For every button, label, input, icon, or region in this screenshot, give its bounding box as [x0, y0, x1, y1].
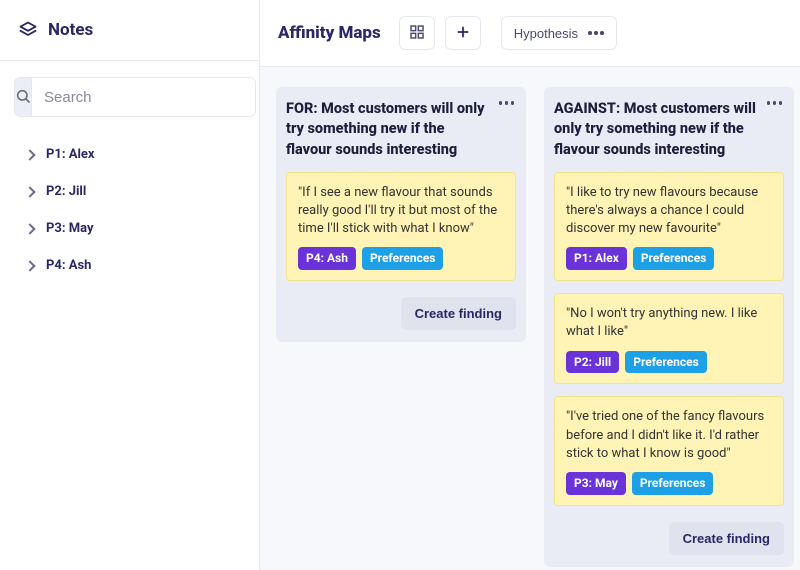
note-text: "I like to try new flavours because ther…: [566, 184, 772, 239]
column-header: AGAINST: Most customers will only try so…: [554, 99, 784, 160]
search-button[interactable]: [14, 77, 31, 117]
column-menu-button[interactable]: [765, 99, 785, 107]
column-for: FOR: Most customers will only try someth…: [276, 87, 526, 342]
grid-icon: [409, 24, 425, 43]
chevron-right-icon: [24, 149, 35, 160]
column-menu-button[interactable]: [497, 99, 517, 107]
person-tag[interactable]: P2: Jill: [566, 351, 619, 374]
tag-row: P3: May Preferences: [566, 472, 772, 495]
chip-label: Hypothesis: [514, 26, 578, 41]
more-icon: [588, 31, 604, 35]
topic-tag[interactable]: Preferences: [632, 472, 714, 495]
column-title: AGAINST: Most customers will only try so…: [554, 99, 759, 160]
column-footer: Create finding: [286, 297, 516, 330]
create-finding-button[interactable]: Create finding: [669, 522, 784, 555]
board: FOR: Most customers will only try someth…: [260, 67, 800, 570]
tag-row: P2: Jill Preferences: [566, 351, 772, 374]
note-card[interactable]: "I like to try new flavours because ther…: [554, 172, 784, 281]
person-tag[interactable]: P1: Alex: [566, 247, 627, 270]
column-header: FOR: Most customers will only try someth…: [286, 99, 516, 160]
top-bar: Affinity Maps: [260, 0, 800, 67]
create-finding-button[interactable]: Create finding: [401, 297, 516, 330]
search-wrap: [0, 61, 259, 127]
hypothesis-chip[interactable]: Hypothesis: [501, 16, 617, 50]
sidebar-item-label: P1: Alex: [46, 147, 95, 162]
plus-icon: [455, 24, 471, 43]
page-title: Affinity Maps: [278, 23, 381, 43]
search-icon: [15, 88, 31, 107]
topic-tag[interactable]: Preferences: [362, 247, 444, 270]
person-tag[interactable]: P3: May: [566, 472, 626, 495]
tag-row: P1: Alex Preferences: [566, 247, 772, 270]
sidebar-header: Notes: [0, 0, 259, 61]
topic-tag[interactable]: Preferences: [633, 247, 715, 270]
column-footer: Create finding: [554, 522, 784, 555]
note-text: "I've tried one of the fancy flavours be…: [566, 408, 772, 463]
topic-tag[interactable]: Preferences: [625, 351, 707, 374]
person-tag[interactable]: P4: Ash: [298, 247, 356, 270]
main: Affinity Maps: [260, 0, 800, 570]
sidebar-title: Notes: [48, 20, 93, 40]
sidebar-item-label: P2: Jill: [46, 184, 86, 199]
grid-view-button[interactable]: [399, 16, 435, 50]
note-card[interactable]: "No I won't try anything new. I like wha…: [554, 293, 784, 384]
sidebar-item-p2[interactable]: P2: Jill: [14, 174, 249, 209]
tag-row: P4: Ash Preferences: [298, 247, 504, 270]
add-button[interactable]: [445, 16, 481, 50]
sidebar-item-p3[interactable]: P3: May: [14, 211, 249, 246]
note-card[interactable]: "I've tried one of the fancy flavours be…: [554, 396, 784, 505]
search-input[interactable]: [31, 77, 256, 117]
sidebar-item-label: P4: Ash: [46, 258, 91, 273]
sidebar-item-label: P3: May: [46, 221, 94, 236]
chevron-right-icon: [24, 186, 35, 197]
sidebar-list: P1: Alex P2: Jill P3: May P4: Ash: [0, 127, 259, 283]
column-title: FOR: Most customers will only try someth…: [286, 99, 491, 160]
sidebar: Notes P1: Alex P2: Jill: [0, 0, 260, 570]
chevron-right-icon: [24, 223, 35, 234]
note-card[interactable]: "If I see a new flavour that sounds real…: [286, 172, 516, 281]
chevron-right-icon: [24, 260, 35, 271]
layers-icon: [18, 20, 38, 40]
column-against: AGAINST: Most customers will only try so…: [544, 87, 794, 567]
note-text: "No I won't try anything new. I like wha…: [566, 305, 772, 341]
note-text: "If I see a new flavour that sounds real…: [298, 184, 504, 239]
sidebar-item-p1[interactable]: P1: Alex: [14, 137, 249, 172]
sidebar-item-p4[interactable]: P4: Ash: [14, 248, 249, 283]
